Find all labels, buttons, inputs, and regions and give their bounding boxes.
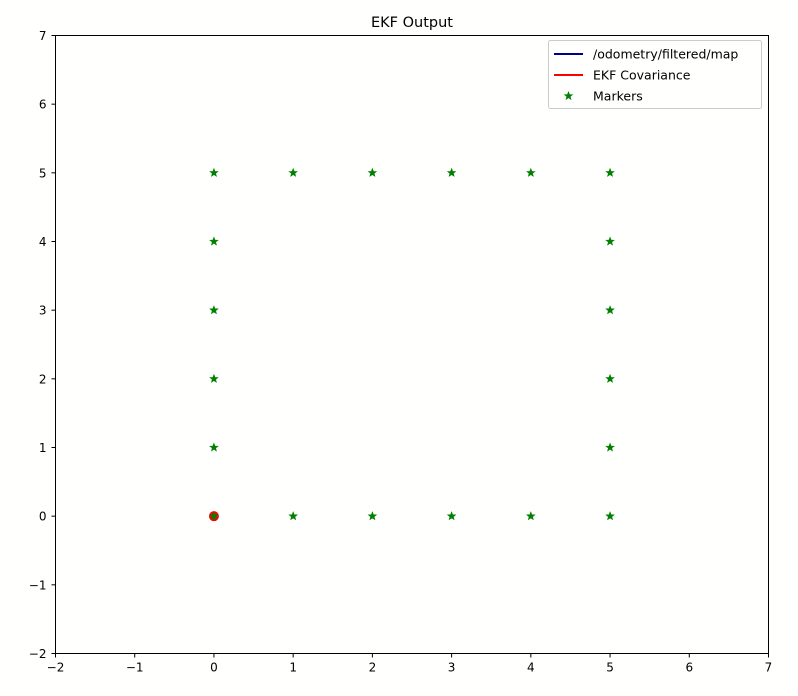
y-tick-label: 2 xyxy=(39,372,47,386)
x-tick-label: 1 xyxy=(289,661,297,675)
x-tick-label: 0 xyxy=(210,661,218,675)
legend-label: /odometry/filtered/map xyxy=(593,47,738,62)
plot-area xyxy=(55,35,769,654)
y-tick-label: −2 xyxy=(29,647,47,661)
x-tick-label: 5 xyxy=(606,661,614,675)
x-tick-label: −1 xyxy=(126,661,144,675)
y-tick-label: 4 xyxy=(39,235,47,249)
legend-label: EKF Covariance xyxy=(593,68,691,83)
chart: EKF Output −2 −1 0 1 2 3 4 5 6 7 −2 −1 0 1 2 3 4 5 6 7 /od… xyxy=(0,0,798,696)
legend-label: Markers xyxy=(593,89,643,104)
x-tick-label: 3 xyxy=(448,661,456,675)
legend: /odometry/filtered/map EKF Covariance Mark… xyxy=(548,40,762,109)
x-tick-label: 7 xyxy=(765,661,773,675)
y-tick-label: 7 xyxy=(39,29,47,43)
y-tick-label: 1 xyxy=(39,441,47,455)
y-tick-label: −1 xyxy=(29,578,47,592)
x-tick-label: −2 xyxy=(47,661,65,675)
x-tick-label: 6 xyxy=(685,661,693,675)
chart-title: EKF Output xyxy=(371,15,453,31)
x-tick-label: 2 xyxy=(369,661,377,675)
x-tick-label: 4 xyxy=(527,661,535,675)
y-tick-label: 0 xyxy=(39,510,47,524)
y-tick-label: 5 xyxy=(39,166,47,180)
y-tick-label: 6 xyxy=(39,98,47,112)
y-tick-label: 3 xyxy=(39,304,47,318)
